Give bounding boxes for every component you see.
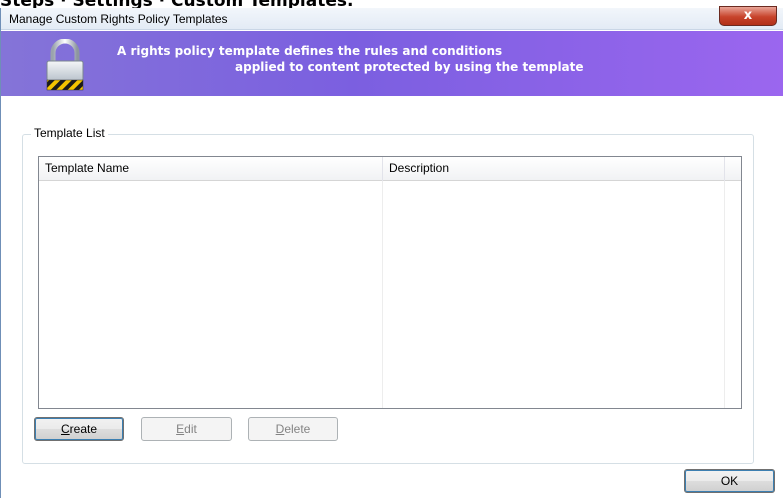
- manage-templates-dialog: Manage Custom Rights Policy Templates x: [0, 6, 783, 498]
- edit-label: dit: [184, 422, 197, 436]
- template-list-view[interactable]: Template Name Description: [38, 156, 742, 409]
- column-header-template-name[interactable]: Template Name: [39, 157, 383, 181]
- delete-button[interactable]: Delete: [248, 417, 338, 441]
- banner-text-line1: A rights policy template defines the rul…: [117, 44, 503, 58]
- column-header-description[interactable]: Description: [383, 157, 725, 181]
- column-divider: [382, 181, 383, 408]
- create-button[interactable]: Create: [34, 417, 124, 441]
- ok-button[interactable]: OK: [684, 469, 775, 493]
- info-banner: A rights policy template defines the rul…: [1, 31, 783, 96]
- edit-button[interactable]: Edit: [141, 417, 232, 441]
- create-mnemonic: C: [60, 422, 70, 436]
- delete-mnemonic: D: [275, 422, 285, 436]
- close-button[interactable]: x: [719, 6, 777, 26]
- title-bar[interactable]: Manage Custom Rights Policy Templates x: [1, 6, 783, 30]
- create-label: reate: [69, 422, 98, 436]
- column-divider: [724, 181, 725, 408]
- window-title: Manage Custom Rights Policy Templates: [9, 12, 228, 26]
- edit-mnemonic: E: [176, 422, 185, 436]
- close-icon: x: [743, 8, 753, 23]
- column-header-filler: [725, 157, 741, 181]
- list-header: Template Name Description: [39, 157, 741, 181]
- banner-text-line2: applied to content protected by using th…: [235, 60, 584, 74]
- template-list-label: Template List: [31, 126, 108, 140]
- lock-icon: [46, 39, 84, 91]
- delete-label: elete: [284, 422, 311, 436]
